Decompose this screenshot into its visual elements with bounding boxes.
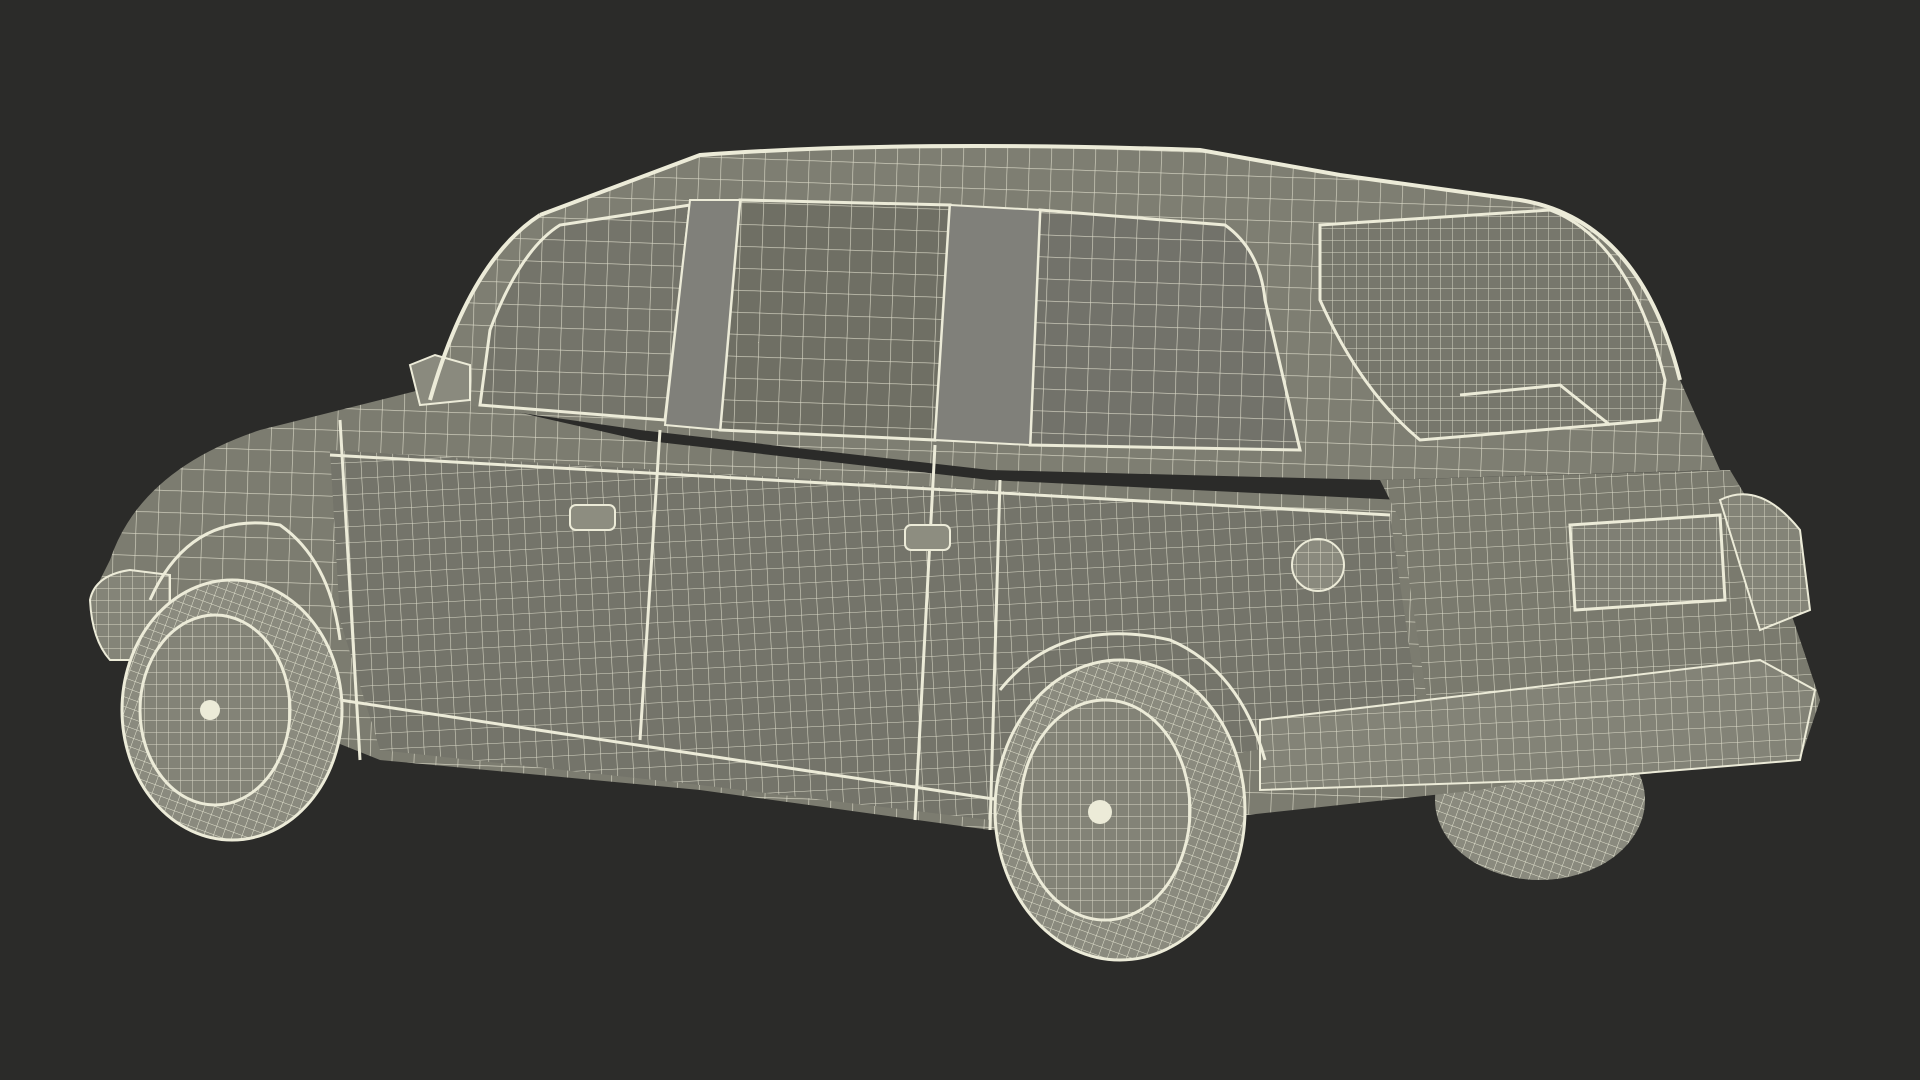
viewport <box>0 0 1920 1080</box>
front-wheel <box>120 578 344 842</box>
license-plate <box>1568 513 1727 612</box>
windows <box>478 198 1667 452</box>
taxi-wireframe-model <box>88 144 1820 962</box>
fuel-cap <box>1291 538 1345 592</box>
rear-wheel <box>993 658 1247 962</box>
